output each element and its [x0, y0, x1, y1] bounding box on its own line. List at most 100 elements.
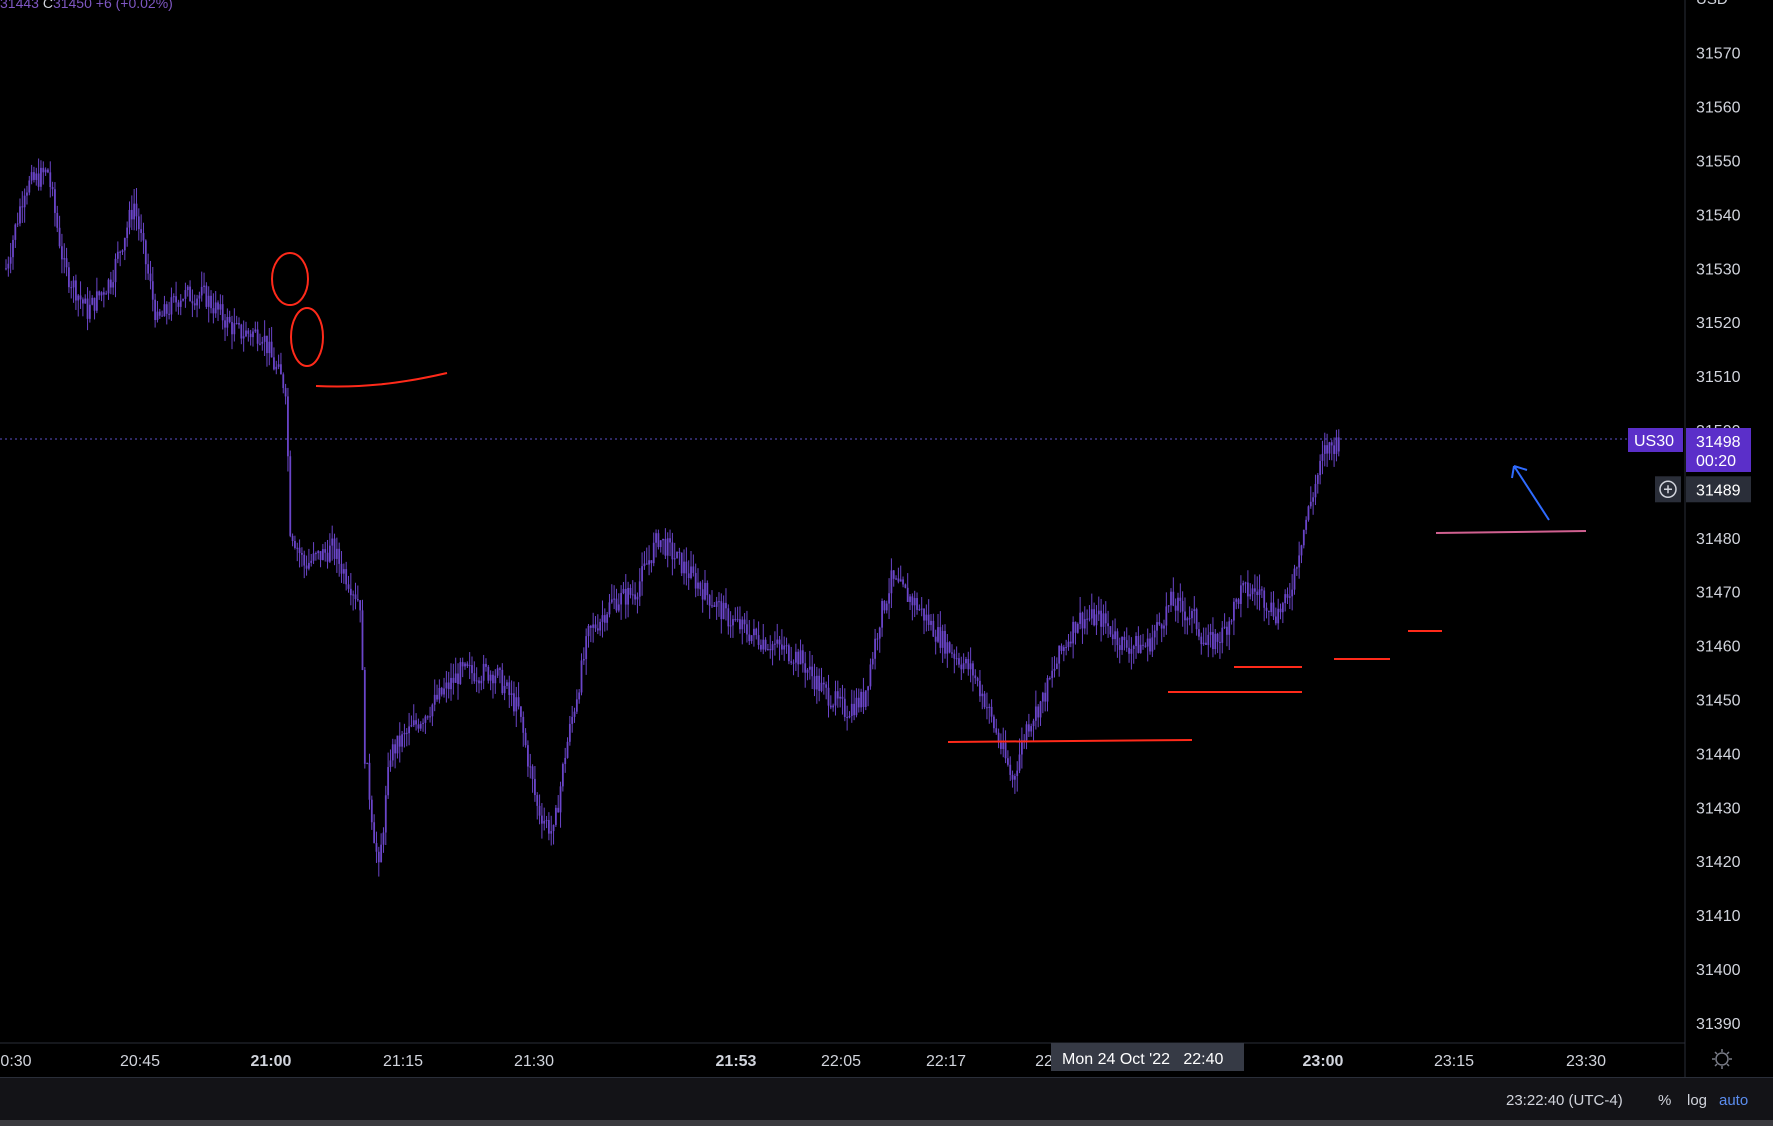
- candle-body: [1246, 582, 1249, 597]
- candle-body: [26, 192, 28, 196]
- candle-body: [655, 533, 657, 543]
- candle-body: [144, 240, 147, 265]
- candle-body: [1030, 726, 1033, 732]
- candle-body: [1195, 609, 1198, 630]
- candle-body: [1076, 623, 1079, 633]
- currency-label: USD: [1696, 0, 1728, 8]
- y-tick-label: 31470: [1696, 585, 1741, 602]
- candle-body: [606, 614, 609, 623]
- candle-body: [294, 540, 296, 548]
- candle-body: [547, 820, 550, 834]
- candle-body: [988, 706, 991, 708]
- candle-body: [191, 301, 194, 304]
- candle-body: [1025, 724, 1028, 741]
- candle-body: [582, 659, 585, 661]
- candle-body: [49, 172, 52, 188]
- candle-body: [170, 297, 173, 315]
- candle-body: [930, 620, 932, 625]
- candle-body: [401, 734, 403, 747]
- candle-body: [410, 725, 413, 727]
- bottom-bar: 23:22:40 (UTC-4) % log auto: [0, 1077, 1773, 1121]
- candle-body: [1055, 663, 1058, 669]
- candle-body: [939, 627, 942, 648]
- candle-body: [666, 538, 669, 556]
- candle-body: [454, 673, 457, 683]
- candle-body: [280, 364, 282, 375]
- candle-body: [1149, 638, 1151, 652]
- candle-body: [864, 690, 867, 707]
- candle-body: [729, 625, 732, 627]
- candle-body: [986, 707, 988, 709]
- candle-body: [557, 807, 560, 813]
- candle-body: [7, 263, 10, 269]
- candle-body: [794, 651, 797, 663]
- candle-body: [254, 329, 257, 332]
- candle-body: [855, 697, 858, 716]
- candle-body: [1219, 641, 1221, 643]
- candle-body: [54, 189, 56, 213]
- candle-body: [352, 594, 355, 596]
- auto-toggle[interactable]: auto: [1719, 1092, 1748, 1109]
- candle-body: [513, 693, 515, 712]
- ohlc-prefix: 31443: [0, 0, 39, 11]
- candle-body: [196, 298, 198, 306]
- candle-body: [56, 212, 59, 228]
- candle-body: [697, 582, 699, 589]
- candle-body: [349, 588, 352, 596]
- candle-body: [1302, 529, 1305, 546]
- candle-body: [1132, 646, 1135, 649]
- y-tick-label: 31560: [1696, 100, 1741, 117]
- candle-body: [918, 609, 921, 611]
- candle-body: [282, 374, 285, 389]
- candle-body: [650, 560, 653, 564]
- candle-body: [645, 563, 648, 565]
- candle-body: [1235, 599, 1238, 602]
- price-chart[interactable]: 3157031560315503154031530315203151031500…: [0, 0, 1773, 1077]
- candle-body: [77, 295, 80, 301]
- candle-body: [774, 643, 776, 645]
- candle-body: [580, 660, 583, 693]
- y-tick-label: 31450: [1696, 693, 1741, 710]
- candle-body: [1074, 621, 1077, 633]
- candle-body: [1221, 627, 1224, 643]
- log-toggle[interactable]: log: [1687, 1092, 1707, 1109]
- candle-body: [1284, 594, 1287, 604]
- candle-body: [690, 566, 692, 578]
- candle-body: [813, 676, 816, 690]
- candle-body: [1202, 642, 1205, 645]
- candle-body: [1307, 506, 1310, 520]
- candle-body: [1079, 612, 1082, 624]
- candle-body: [324, 549, 327, 553]
- candle-body: [396, 735, 399, 754]
- candle-body: [130, 209, 133, 220]
- candle-body: [976, 678, 979, 681]
- candle-body: [1135, 636, 1137, 647]
- candle-body: [1011, 774, 1014, 780]
- candle-body: [149, 273, 152, 282]
- candle-body: [811, 666, 814, 677]
- candle-body: [808, 666, 811, 670]
- candle-body: [433, 694, 436, 705]
- percent-toggle[interactable]: %: [1658, 1092, 1671, 1109]
- candle-body: [909, 596, 911, 602]
- candle-body: [592, 624, 595, 628]
- candle-body: [620, 593, 623, 605]
- candle-body: [464, 663, 466, 667]
- candle-body: [447, 682, 450, 690]
- y-tick-label: 31480: [1696, 531, 1741, 548]
- candle-body: [706, 582, 709, 596]
- candle-body: [268, 341, 271, 354]
- candle-body: [755, 628, 758, 636]
- candle-body: [757, 635, 760, 645]
- candle-body: [543, 820, 546, 824]
- y-tick-label: 31430: [1696, 800, 1741, 817]
- candle-body: [692, 566, 695, 573]
- candle-body: [1333, 445, 1335, 454]
- candle-body: [356, 599, 359, 601]
- candle-body: [839, 696, 842, 699]
- candle-body: [88, 304, 91, 319]
- candle-body: [599, 621, 602, 631]
- ohlc-c-value: 31450: [52, 0, 92, 11]
- candle-body: [531, 766, 534, 779]
- utc-time[interactable]: 23:22:40 (UTC-4): [1506, 1092, 1623, 1109]
